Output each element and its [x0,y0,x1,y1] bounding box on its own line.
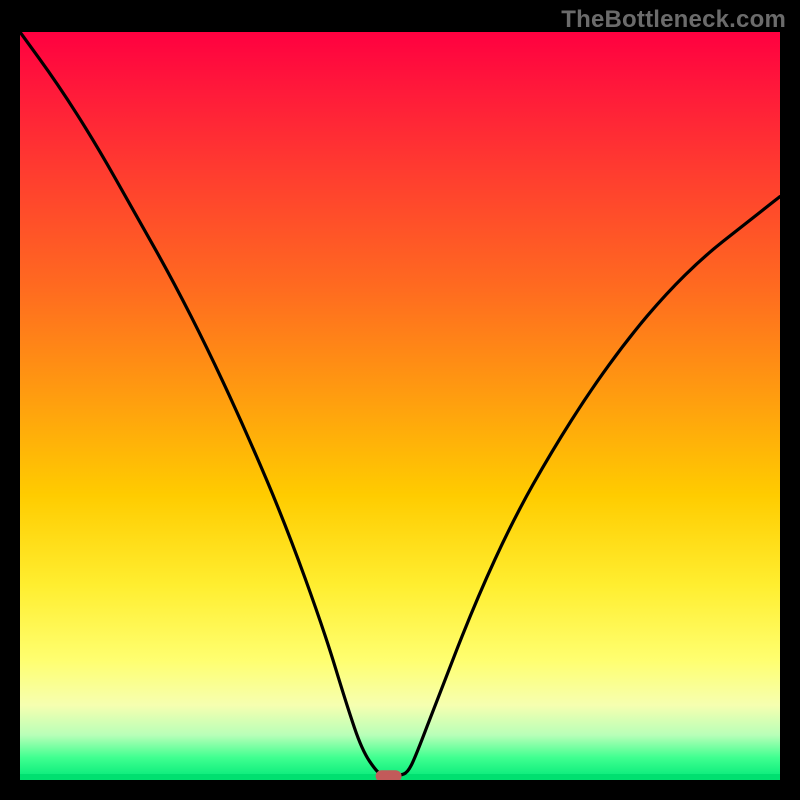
optimum-marker [376,770,402,780]
plot-area [20,32,780,780]
plot-svg [20,32,780,780]
watermark-text: TheBottleneck.com [561,6,786,34]
chart-container: TheBottleneck.com [0,0,800,800]
bottleneck-curve [20,32,780,776]
